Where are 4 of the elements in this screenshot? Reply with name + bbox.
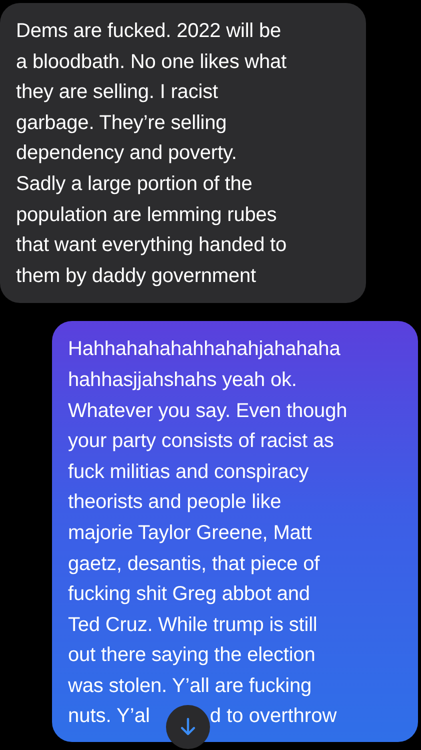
- down-arrow-icon: [180, 717, 196, 737]
- message-text: Dems are fucked. 2022 will be a bloodbath. No one likes what they are selling. I racist garbage. They’re selling dependency and poverty. Sadly a large portion of the population are lemming rubes that want everything handed to them by daddy government: [16, 19, 288, 289]
- message-text: d to overthrow: [210, 704, 337, 730]
- message-text: nuts. Y’al: [68, 704, 150, 730]
